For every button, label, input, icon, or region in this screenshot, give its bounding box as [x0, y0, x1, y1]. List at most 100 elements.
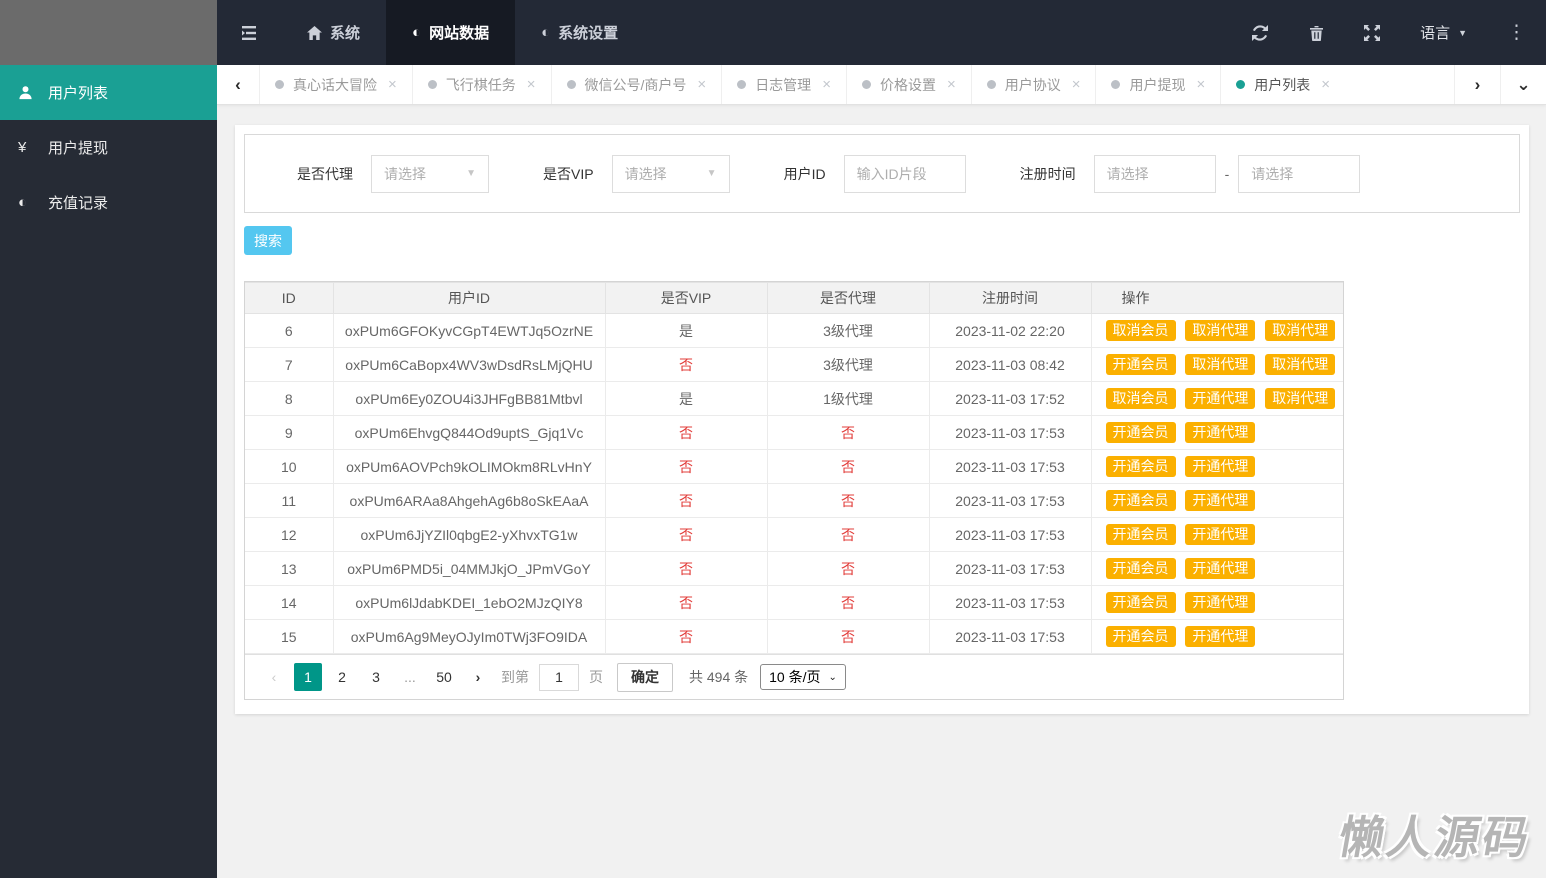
prev-page-button[interactable]: ‹	[260, 663, 288, 691]
page-button-3[interactable]: 3	[362, 663, 390, 691]
tab-close-icon[interactable]: ×	[1196, 76, 1205, 93]
page-button-2[interactable]: 2	[328, 663, 356, 691]
open-agent-button[interactable]: 开通代理	[1185, 388, 1256, 409]
page-button-50[interactable]: 50	[430, 663, 458, 691]
open-agent-button[interactable]: 开通代理	[1185, 456, 1256, 477]
tab-wechat-account[interactable]: 微信公号/商户号 ×	[550, 65, 722, 104]
page-size-select[interactable]: 10 条/页 ⌄	[760, 664, 846, 690]
reg-time-start-input[interactable]	[1093, 154, 1216, 193]
reg-time-end-input[interactable]	[1238, 154, 1361, 193]
cell-agent: 3级代理	[766, 347, 930, 382]
tab-dot-icon	[861, 80, 871, 89]
open-member-button[interactable]: 开通会员	[1105, 354, 1176, 375]
open-member-button[interactable]: 开通会员	[1105, 456, 1176, 477]
cell-actions: 取消会员 取消代理 取消代理	[1090, 313, 1343, 348]
cancel-agent-button[interactable]: 取消代理	[1265, 320, 1336, 341]
cancel-agent-button[interactable]: 取消代理	[1185, 320, 1256, 341]
tab-user-agreement[interactable]: 用户协议 ×	[970, 65, 1096, 104]
more-menu-button[interactable]: ⋮	[1487, 0, 1546, 65]
tab-close-icon[interactable]: ×	[1321, 76, 1330, 93]
vip-select[interactable]: 请选择 ▼	[611, 154, 730, 193]
filter-bar: 是否代理 请选择 ▼ 是否VIP 请选择 ▼ 用户ID 注册时间	[244, 134, 1520, 213]
open-agent-button[interactable]: 开通代理	[1185, 592, 1256, 613]
sidebar-item-label: 用户提现	[48, 140, 109, 157]
tab-label: 用户提现	[1129, 76, 1186, 93]
nav-item-label: 网站数据	[429, 25, 490, 42]
tab-flight-chess[interactable]: 飞行棋任务 ×	[411, 65, 551, 104]
tab-label: 价格设置	[879, 76, 936, 93]
cell-actions: 取消会员 开通代理 取消代理	[1090, 381, 1343, 416]
tabs-scroll-left-button[interactable]: ‹	[217, 65, 259, 104]
navbar-spacer	[644, 0, 1232, 65]
refresh-button[interactable]	[1232, 0, 1288, 65]
search-button[interactable]: 搜索	[244, 226, 292, 255]
col-header-vip: 是否VIP	[604, 282, 768, 314]
sidebar-toggle-button[interactable]	[217, 0, 281, 65]
tabs-scroll-right-button[interactable]: ›	[1454, 65, 1500, 104]
open-member-button[interactable]: 开通会员	[1105, 490, 1176, 511]
tab-close-icon[interactable]: ×	[697, 76, 706, 93]
cell-user-id: oxPUm6AOVPch9kOLIMOkm8RLvHnY	[332, 449, 606, 484]
tab-dot-icon	[566, 80, 576, 89]
open-agent-button[interactable]: 开通代理	[1185, 490, 1256, 511]
open-member-button[interactable]: 开通会员	[1105, 626, 1176, 647]
cell-actions: 开通会员 开通代理	[1090, 619, 1343, 654]
sidebar-item-user-withdraw[interactable]: ¥ 用户提现	[0, 120, 217, 175]
tab-price-settings[interactable]: 价格设置 ×	[845, 65, 971, 104]
cell-vip: 否	[604, 415, 768, 450]
half-circle-icon: ◐	[412, 24, 422, 41]
page-button-1[interactable]: 1	[294, 663, 322, 691]
nav-item-site-data[interactable]: ◐ 网站数据	[386, 0, 516, 65]
cell-user-id: oxPUm6ARAa8AhgehAg6b8oSkEAaA	[332, 483, 606, 518]
cell-reg-time: 2023-11-02 22:20	[928, 313, 1092, 348]
next-page-button[interactable]: ›	[464, 663, 492, 691]
cancel-member-button[interactable]: 取消会员	[1105, 320, 1176, 341]
tab-user-list[interactable]: 用户列表 ×	[1220, 65, 1345, 104]
tab-close-icon[interactable]: ×	[947, 76, 956, 93]
tab-truth-or-dare[interactable]: 真心话大冒险 ×	[259, 65, 412, 104]
tab-dot-icon	[986, 80, 996, 89]
open-member-button[interactable]: 开通会员	[1105, 524, 1176, 545]
fullscreen-button[interactable]	[1344, 0, 1400, 65]
open-agent-button[interactable]: 开通代理	[1185, 524, 1256, 545]
open-member-button[interactable]: 开通会员	[1105, 592, 1176, 613]
language-dropdown[interactable]: 语言 ▼	[1400, 0, 1487, 65]
sidebar-item-user-list[interactable]: 用户列表	[0, 65, 217, 120]
cancel-member-button[interactable]: 取消会员	[1105, 388, 1176, 409]
nav-item-system-settings[interactable]: ◐ 系统设置	[515, 0, 644, 65]
cell-user-id: oxPUm6CaBopx4WV3wDsdRsLMjQHU	[332, 347, 606, 382]
open-member-button[interactable]: 开通会员	[1105, 422, 1176, 443]
tab-log-management[interactable]: 日志管理 ×	[721, 65, 846, 104]
nav-item-system[interactable]: 系统	[281, 0, 386, 65]
tab-close-icon[interactable]: ×	[1072, 76, 1081, 93]
cell-reg-time: 2023-11-03 17:53	[928, 449, 1092, 484]
cell-user-id: oxPUm6JjYZIl0qbgE2-yXhvxTG1w	[332, 517, 606, 552]
tab-close-icon[interactable]: ×	[527, 76, 536, 93]
cancel-agent-button[interactable]: 取消代理	[1185, 354, 1256, 375]
open-member-button[interactable]: 开通会员	[1105, 558, 1176, 579]
cell-agent: 否	[766, 551, 930, 586]
goto-page-label: 到第	[501, 669, 529, 685]
open-agent-button[interactable]: 开通代理	[1185, 422, 1256, 443]
agent-select[interactable]: 请选择 ▼	[371, 154, 489, 193]
user-id-input[interactable]	[843, 154, 966, 193]
home-icon	[307, 25, 322, 40]
open-agent-button[interactable]: 开通代理	[1185, 558, 1256, 579]
table-row: 12 oxPUm6JjYZIl0qbgE2-yXhvxTG1w 否 否 2023…	[245, 517, 1343, 552]
clear-cache-button[interactable]	[1288, 0, 1344, 65]
tab-dot-icon	[1111, 80, 1121, 89]
table-row: 10 oxPUm6AOVPch9kOLIMOkm8RLvHnY 否 否 2023…	[245, 449, 1343, 484]
tab-close-icon[interactable]: ×	[822, 76, 831, 93]
tab-user-withdraw[interactable]: 用户提现 ×	[1095, 65, 1220, 104]
goto-page-input[interactable]	[539, 663, 579, 691]
confirm-page-button[interactable]: 确定	[617, 662, 673, 692]
sidebar-item-recharge-records[interactable]: ◐ 充值记录	[0, 175, 217, 230]
tab-dot-icon	[737, 80, 747, 89]
open-agent-button[interactable]: 开通代理	[1185, 626, 1256, 647]
cancel-agent-button[interactable]: 取消代理	[1265, 388, 1336, 409]
cell-user-id: oxPUm6Ag9MeyOJyIm0TWj3FO9IDA	[332, 619, 606, 654]
tab-close-icon[interactable]: ×	[388, 76, 397, 93]
cell-vip: 否	[604, 585, 768, 620]
tabs-menu-button[interactable]: ⌄	[1500, 65, 1546, 104]
cancel-agent-button[interactable]: 取消代理	[1265, 354, 1336, 375]
